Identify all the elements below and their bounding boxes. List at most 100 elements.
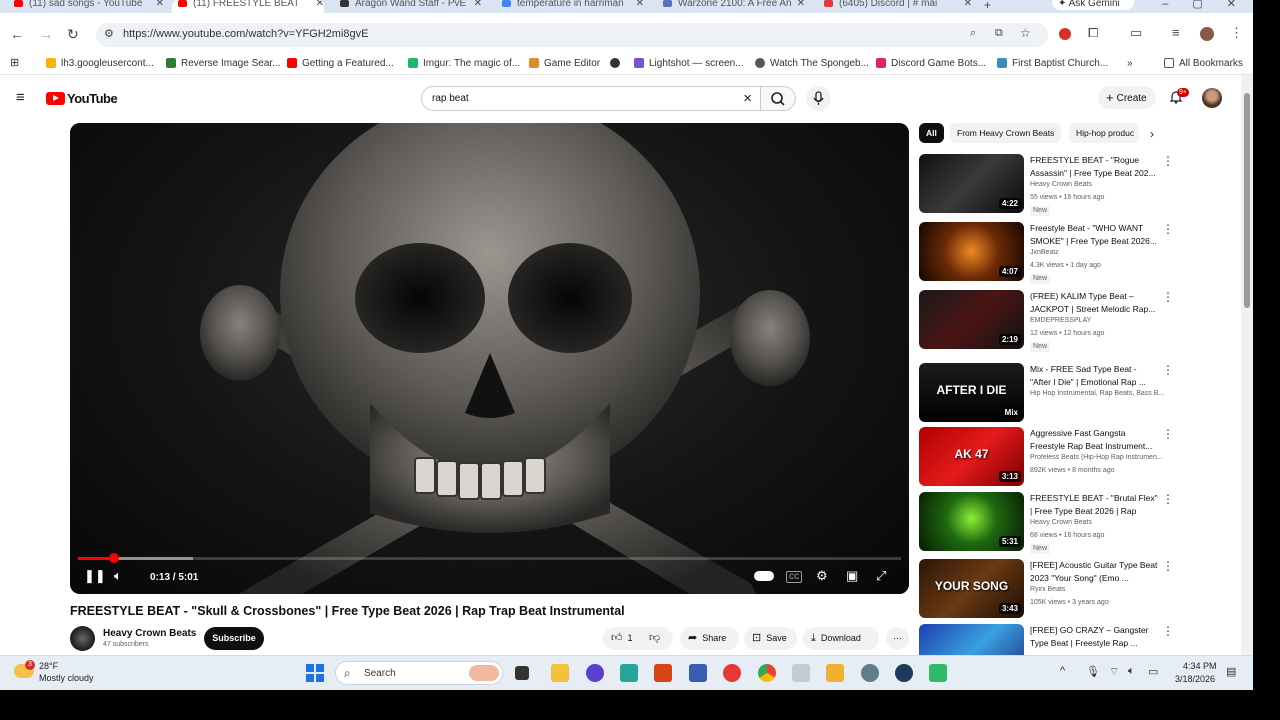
video-thumbnail[interactable]: 4:22 [919,154,1024,213]
zoom-icon[interactable]: ⌕ [970,27,976,40]
account-avatar[interactable] [1202,88,1222,108]
search-input[interactable] [432,93,722,104]
recommendation-title[interactable]: Mix - FREE Sad Type Beat - "After I Die"… [1030,363,1158,388]
chip-hip-hop[interactable]: Hip-hop produc [1069,123,1139,143]
search-box[interactable]: × [421,86,761,111]
youtube-logo[interactable]: YouTube [46,91,118,106]
video-player[interactable]: ❚❚ 🔈︎ 0:13 / 5:01 cc ⚙ ▣ ⤢ [70,123,909,594]
app-icon[interactable] [826,664,844,682]
tab-close-icon[interactable]: ✕ [474,0,482,9]
recommendation-title[interactable]: Aggressive Fast Gangsta Freestyle Rap Be… [1030,427,1158,452]
fullscreen-icon[interactable]: ⤢ [876,568,886,584]
more-vertical-icon[interactable]: ⋮ [1162,363,1174,377]
app-icon[interactable] [792,664,810,682]
recommendation-channel[interactable]: Heavy Crown Beats [1030,181,1172,188]
recommendation-item[interactable]: 5:31 FREESTYLE BEAT - "Brutal Flex" | Fre… [919,492,1175,554]
extensions-puzzle-icon[interactable]: ⧠ [1088,25,1098,41]
captions-icon[interactable]: cc [786,571,802,583]
bookmark-item[interactable]: Watch The Spongeb... [755,58,869,69]
recommendation-title[interactable]: [FREE] Acoustic Guitar Type Beat 2023 "Y… [1030,559,1158,584]
tab-close-icon[interactable]: ✕ [797,0,805,9]
video-thumbnail[interactable] [919,624,1024,655]
all-bookmarks[interactable]: All Bookmarks [1164,58,1243,69]
more-vertical-icon[interactable]: ⋮ [1162,624,1174,638]
bookmark-item[interactable]: Game Editor [529,58,600,69]
chrome-menu-icon[interactable]: ⋮ [1230,25,1243,41]
app-icon[interactable] [929,664,947,682]
bookmark-item[interactable]: Reverse Image Sear... [166,58,281,69]
recommendation-title[interactable]: (FREE) KALIM Type Beat – JACKPOT | Stree… [1030,290,1158,315]
dislike-button[interactable]: 👎︎ [649,632,665,644]
autoplay-toggle[interactable] [754,571,774,581]
more-actions-button[interactable]: ⋯ [886,627,909,650]
bookmarks-overflow-icon[interactable]: » [1127,58,1133,69]
recommendation-title[interactable]: FREESTYLE BEAT - "Brutal Flex" | Free Ty… [1030,492,1158,517]
clear-search-icon[interactable]: × [743,90,752,107]
chip-all[interactable]: All [919,123,944,143]
chip-from-channel[interactable]: From Heavy Crown Beats [950,123,1062,143]
video-thumbnail[interactable]: 2:19 [919,290,1024,349]
more-vertical-icon[interactable]: ⋮ [1162,427,1174,441]
ask-gemini-button[interactable]: ✦ Ask Gemini [1052,0,1134,10]
share-button[interactable]: ➦ Share [680,627,739,650]
video-thumbnail[interactable]: 5:31 [919,492,1024,551]
subscribe-button[interactable]: Subscribe [204,627,264,650]
browser-tab[interactable]: temperature in harriman ✕ [502,0,644,13]
notifications-icon[interactable]: ▤ [1226,665,1236,678]
browser-tab-active[interactable]: (11) FREESTYLE BEAT ✕ [172,0,324,13]
video-thumbnail[interactable]: YOUR SONG 3:43 [919,559,1024,618]
bookmark-star-icon[interactable]: ☆ [1020,26,1031,40]
search-button[interactable] [761,86,796,111]
bookmark-item[interactable]: Lightshot — screen... [634,58,744,69]
browser-tab[interactable]: Warzone 2100: A Free An ✕ [663,0,805,13]
new-tab-icon[interactable]: + [984,0,991,12]
media-controls-icon[interactable]: ≡ [1172,25,1180,40]
save-button[interactable]: ⊡ Save [744,627,797,650]
recommendation-item[interactable]: YOUR SONG 3:43 [FREE] Acoustic Guitar Type… [919,559,1175,621]
file-explorer-icon[interactable] [551,664,569,682]
app-icon[interactable] [689,664,707,682]
clock-date[interactable]: 3/18/2026 [1175,674,1215,684]
forward-icon[interactable]: → [39,27,53,41]
site-info-icon[interactable]: ⚙ [104,27,114,40]
recommendation-title[interactable]: FREESTYLE BEAT - "Rogue Assassin" | Free… [1030,154,1158,179]
recommendation-item[interactable]: [FREE] GO CRAZY – Gangster Type Beat | F… [919,624,1175,655]
recommendation-channel[interactable]: EMDEPRESSPLAY [1030,317,1172,324]
recommendation-channel[interactable]: JxnBeatz [1030,249,1172,256]
recommendation-item[interactable]: 4:07 Freestyle Beat - "WHO WANT SMOKE" | … [919,222,1175,284]
channel-name[interactable]: Heavy Crown Beats [103,628,196,639]
download-button[interactable]: ⤓ Download [803,627,879,650]
bookmark-item[interactable]: Discord Game Bots... [876,58,986,69]
bookmark-item[interactable] [610,58,625,69]
tab-close-icon[interactable]: ✕ [636,0,644,9]
bookmark-item[interactable]: First Baptist Church... [997,58,1108,69]
recommendation-channel[interactable]: Ryini Beats [1030,586,1172,593]
volume-icon[interactable]: 🔈︎ [114,568,122,584]
bookmark-item[interactable]: Getting a Featured... [287,58,394,69]
like-button[interactable]: 👍︎ 1 [611,632,633,644]
more-vertical-icon[interactable]: ⋮ [1162,290,1174,304]
chrome-icon[interactable] [758,664,776,682]
progress-bar[interactable] [78,553,901,563]
weather-description[interactable]: Mostly cloudy [39,673,94,683]
profile-avatar-icon[interactable] [1200,27,1214,41]
more-vertical-icon[interactable]: ⋮ [1162,222,1174,236]
tab-search-icon[interactable]: ▭ [1130,25,1142,41]
video-frame[interactable] [70,123,909,594]
reload-icon[interactable]: ↻ [67,27,79,41]
browser-tab[interactable]: Aragon Wand Staff - PvE ✕ [340,0,482,13]
steam-icon[interactable] [895,664,913,682]
pause-icon[interactable]: ❚❚ [84,568,106,584]
battery-icon[interactable]: ▭ [1148,665,1158,678]
weather-temperature[interactable]: 28°F [39,661,58,671]
more-vertical-icon[interactable]: ⋮ [1162,492,1174,506]
settings-gear-icon[interactable]: ⚙ [816,568,828,584]
channel-avatar[interactable] [70,626,95,651]
settings-icon[interactable] [861,664,879,682]
clock-time[interactable]: 4:34 PM [1183,661,1217,671]
tray-overflow-icon[interactable]: ^ [1060,665,1065,677]
address-bar[interactable]: ⚙ https://www.youtube.com/watch?v=YFGH2m… [96,23,1048,47]
app-icon[interactable] [620,664,638,682]
apps-grid-icon[interactable]: ⊞ [10,56,19,69]
bookmark-item[interactable]: Imgur: The magic of... [408,58,520,69]
